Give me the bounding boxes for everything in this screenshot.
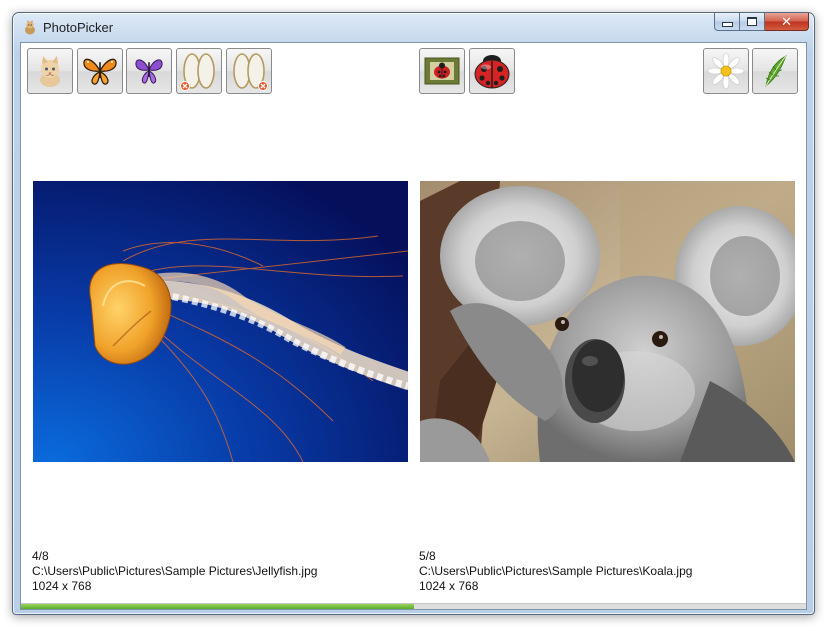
ladybug-frame-button[interactable] — [419, 48, 465, 94]
daisy-button[interactable] — [703, 48, 749, 94]
progress-fill — [21, 604, 414, 609]
photo-index: 5/8 — [419, 549, 436, 563]
close-button[interactable]: ✕ — [765, 13, 809, 31]
frame-remove-icon — [180, 53, 215, 91]
maximize-button[interactable] — [740, 13, 765, 31]
close-icon: ✕ — [781, 13, 792, 29]
photo-info-right: 5/8 C:\Users\Public\Pictures\Sample Pict… — [419, 549, 692, 594]
photo-path: C:\Users\Public\Pictures\Sample Pictures… — [32, 564, 318, 578]
photo-jellyfish[interactable] — [33, 181, 408, 462]
butterfly-purple-icon — [135, 59, 163, 84]
kitten-button[interactable] — [27, 48, 73, 94]
photo-info-left: 4/8 C:\Users\Public\Pictures\Sample Pict… — [32, 549, 317, 594]
app-icon — [25, 20, 35, 35]
kitten-icon — [40, 56, 60, 87]
butterfly-purple-button[interactable] — [126, 48, 172, 94]
photo-path: C:\Users\Public\Pictures\Sample Pictures… — [419, 564, 693, 578]
koala-image — [420, 181, 795, 462]
daisy-icon — [707, 52, 745, 90]
progress-bar — [21, 603, 806, 609]
maximize-icon — [747, 17, 757, 26]
feather-icon — [765, 55, 787, 87]
photo-dimensions: 1024 x 768 — [419, 579, 479, 593]
minimize-icon — [721, 21, 733, 27]
title-bar[interactable]: PhotoPicker ✕ — [13, 13, 814, 41]
window-title: PhotoPicker — [43, 20, 114, 35]
ladybug-button[interactable] — [469, 48, 515, 94]
minimize-button[interactable] — [714, 13, 740, 31]
frame-remove-icon — [233, 53, 268, 91]
client-area: 4/8 C:\Users\Public\Pictures\Sample Pict… — [20, 42, 807, 610]
photo-koala[interactable] — [420, 181, 795, 462]
photo-dimensions: 1024 x 768 — [32, 579, 92, 593]
app-window: PhotoPicker ✕ 4/8 C:\Users\Public\Pictur… — [12, 12, 815, 615]
butterfly-orange-button[interactable] — [77, 48, 123, 94]
remove-frame-button-2[interactable] — [226, 48, 272, 94]
butterfly-orange-icon — [83, 58, 117, 85]
ladybug-icon — [474, 55, 510, 89]
photo-index: 4/8 — [32, 549, 49, 563]
caption-buttons: ✕ — [714, 13, 809, 33]
jellyfish-image — [33, 181, 408, 462]
remove-frame-button-1[interactable] — [176, 48, 222, 94]
feather-button[interactable] — [752, 48, 798, 94]
ladybug-frame-icon — [424, 57, 460, 85]
